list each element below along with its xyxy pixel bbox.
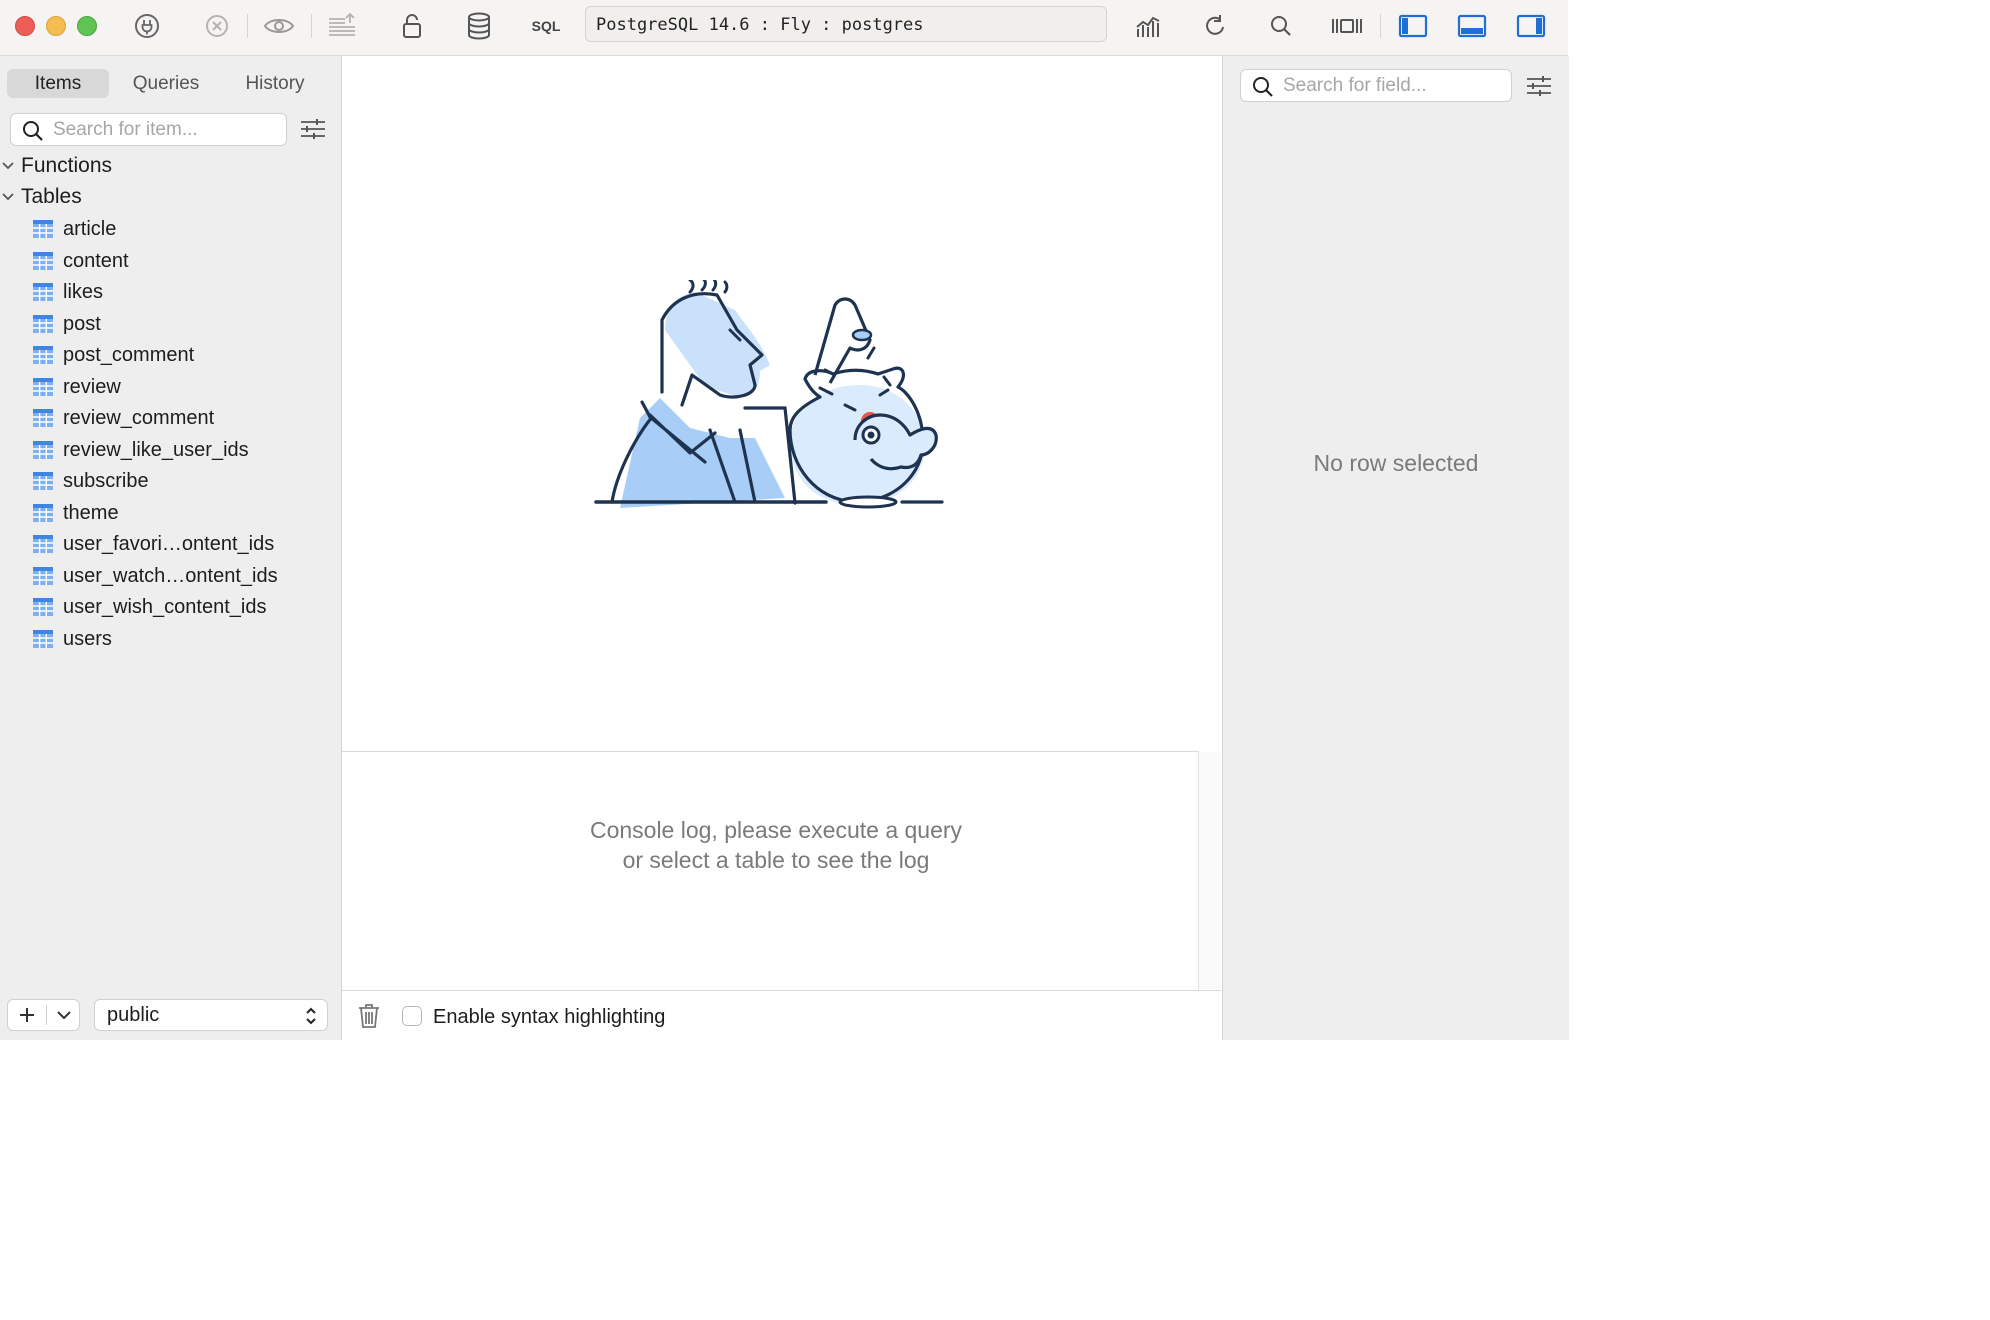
field-filter-settings-icon[interactable]: [1526, 75, 1552, 102]
zoom-window-button[interactable]: [77, 16, 97, 36]
field-search-input[interactable]: [1283, 70, 1503, 101]
schema-select-value: public: [107, 1004, 160, 1026]
row-detail-panel: No row selected: [1222, 56, 1569, 1040]
select-arrows-icon: [306, 1007, 316, 1025]
table-list-item[interactable]: users: [0, 624, 340, 654]
search-icon: [23, 121, 43, 141]
table-icon: [33, 629, 53, 648]
metrics-chart-icon[interactable]: [1133, 10, 1165, 42]
table-list-item[interactable]: review_comment: [0, 403, 340, 433]
search-icon[interactable]: [1265, 10, 1297, 42]
table-name: likes: [63, 281, 104, 303]
group-label: Functions: [21, 154, 113, 177]
table-name: subscribe: [63, 470, 149, 492]
toggle-left-sidebar-icon[interactable]: [1397, 10, 1429, 42]
schema-select[interactable]: public: [94, 999, 328, 1031]
table-name: content: [63, 249, 129, 272]
table-list-item[interactable]: theme: [0, 498, 340, 528]
cancel-query-icon[interactable]: [201, 10, 233, 42]
item-search-input[interactable]: [53, 114, 278, 145]
commit-changes-icon[interactable]: [326, 10, 358, 42]
connection-info-field[interactable]: PostgreSQL 14.6 : Fly : postgres: [585, 6, 1107, 42]
tab-history[interactable]: History: [224, 69, 326, 98]
empty-state-illustration: [594, 280, 944, 509]
field-search-field[interactable]: [1240, 69, 1512, 102]
lock-icon[interactable]: [396, 10, 428, 42]
tab-queries[interactable]: Queries: [115, 69, 217, 98]
refresh-icon[interactable]: [1199, 10, 1231, 42]
table-list-item[interactable]: user_watch…ontent_ids: [0, 561, 340, 591]
table-list-item[interactable]: user_favori…ontent_ids: [0, 529, 340, 559]
table-list-item[interactable]: user_wish_content_ids: [0, 592, 340, 622]
console-message-line: or select a table to see the log: [622, 847, 930, 873]
table-list-item[interactable]: review_like_user_ids: [0, 435, 340, 465]
table-icon: [33, 314, 53, 333]
table-icon: [33, 377, 53, 396]
table-list-item[interactable]: subscribe: [0, 466, 340, 496]
add-item-control: [7, 999, 80, 1031]
table-list-item[interactable]: article: [0, 214, 340, 244]
table-icon: [33, 535, 53, 553]
table-name: review_comment: [63, 407, 215, 429]
table-icon: [33, 283, 53, 301]
console-empty-message: Console log, please execute a query or s…: [342, 815, 1210, 875]
syntax-highlighting-label: Enable syntax highlighting: [433, 1006, 666, 1028]
add-item-button[interactable]: [8, 1000, 46, 1030]
syntax-highlighting-checkbox[interactable]: [402, 1006, 422, 1026]
table-icon: [33, 220, 53, 238]
tab-items[interactable]: Items: [7, 69, 109, 98]
add-item-menu-button[interactable]: [47, 1000, 80, 1030]
chevron-down-icon: [2, 193, 14, 201]
table-name: theme: [63, 501, 119, 524]
chevron-down-icon: [56, 1011, 71, 1020]
table-list-item[interactable]: content: [0, 246, 340, 276]
table-list-item[interactable]: post_comment: [0, 340, 340, 370]
item-search-field[interactable]: [10, 113, 287, 146]
filter-settings-icon[interactable]: [300, 118, 326, 145]
table-list-item[interactable]: review: [0, 372, 340, 402]
sidebar: Items Queries History Functions Tables a…: [0, 56, 342, 1040]
table-name: article: [63, 218, 117, 240]
table-icon: [33, 409, 53, 427]
table-name: user_watch…ontent_ids: [63, 564, 278, 587]
group-label: Tables: [21, 185, 82, 208]
preview-eye-icon[interactable]: [263, 10, 295, 42]
chevron-down-icon: [2, 162, 14, 170]
no-row-selected-message: No row selected: [1313, 450, 1479, 476]
table-name: user_wish_content_ids: [63, 596, 267, 618]
table-list-item[interactable]: post: [0, 309, 340, 339]
close-window-button[interactable]: [15, 16, 35, 36]
split-view-icon[interactable]: [1331, 10, 1363, 42]
table-icon: [33, 346, 53, 364]
plus-icon: [20, 1008, 34, 1022]
toolbar: SQL PostgreSQL 14.6 : Fly : postgres: [0, 0, 1568, 56]
search-icon: [1253, 77, 1273, 97]
toggle-console-icon[interactable]: [1456, 10, 1488, 42]
table-name: review_like_user_ids: [63, 438, 249, 461]
table-icon: [33, 251, 53, 270]
table-icon: [33, 503, 53, 522]
trash-icon[interactable]: [358, 1003, 380, 1029]
table-name: post: [63, 312, 101, 335]
table-name: post_comment: [63, 344, 195, 366]
table-name: user_favori…ontent_ids: [63, 533, 275, 555]
table-icon: [33, 440, 53, 459]
connection-plug-icon[interactable]: [131, 10, 163, 42]
table-icon: [33, 472, 53, 490]
table-icon: [33, 566, 53, 585]
console-message-line: Console log, please execute a query: [589, 817, 963, 843]
table-list-item[interactable]: likes: [0, 277, 340, 307]
minimize-window-button[interactable]: [46, 16, 66, 36]
table-icon: [33, 598, 53, 616]
console-bottom-bar: Enable syntax highlighting: [342, 990, 1221, 1041]
sql-editor-button[interactable]: SQL: [526, 10, 566, 42]
database-icon[interactable]: [463, 10, 495, 42]
toggle-right-sidebar-icon[interactable]: [1515, 10, 1547, 42]
table-name: review: [63, 375, 121, 398]
table-name: users: [63, 627, 112, 650]
